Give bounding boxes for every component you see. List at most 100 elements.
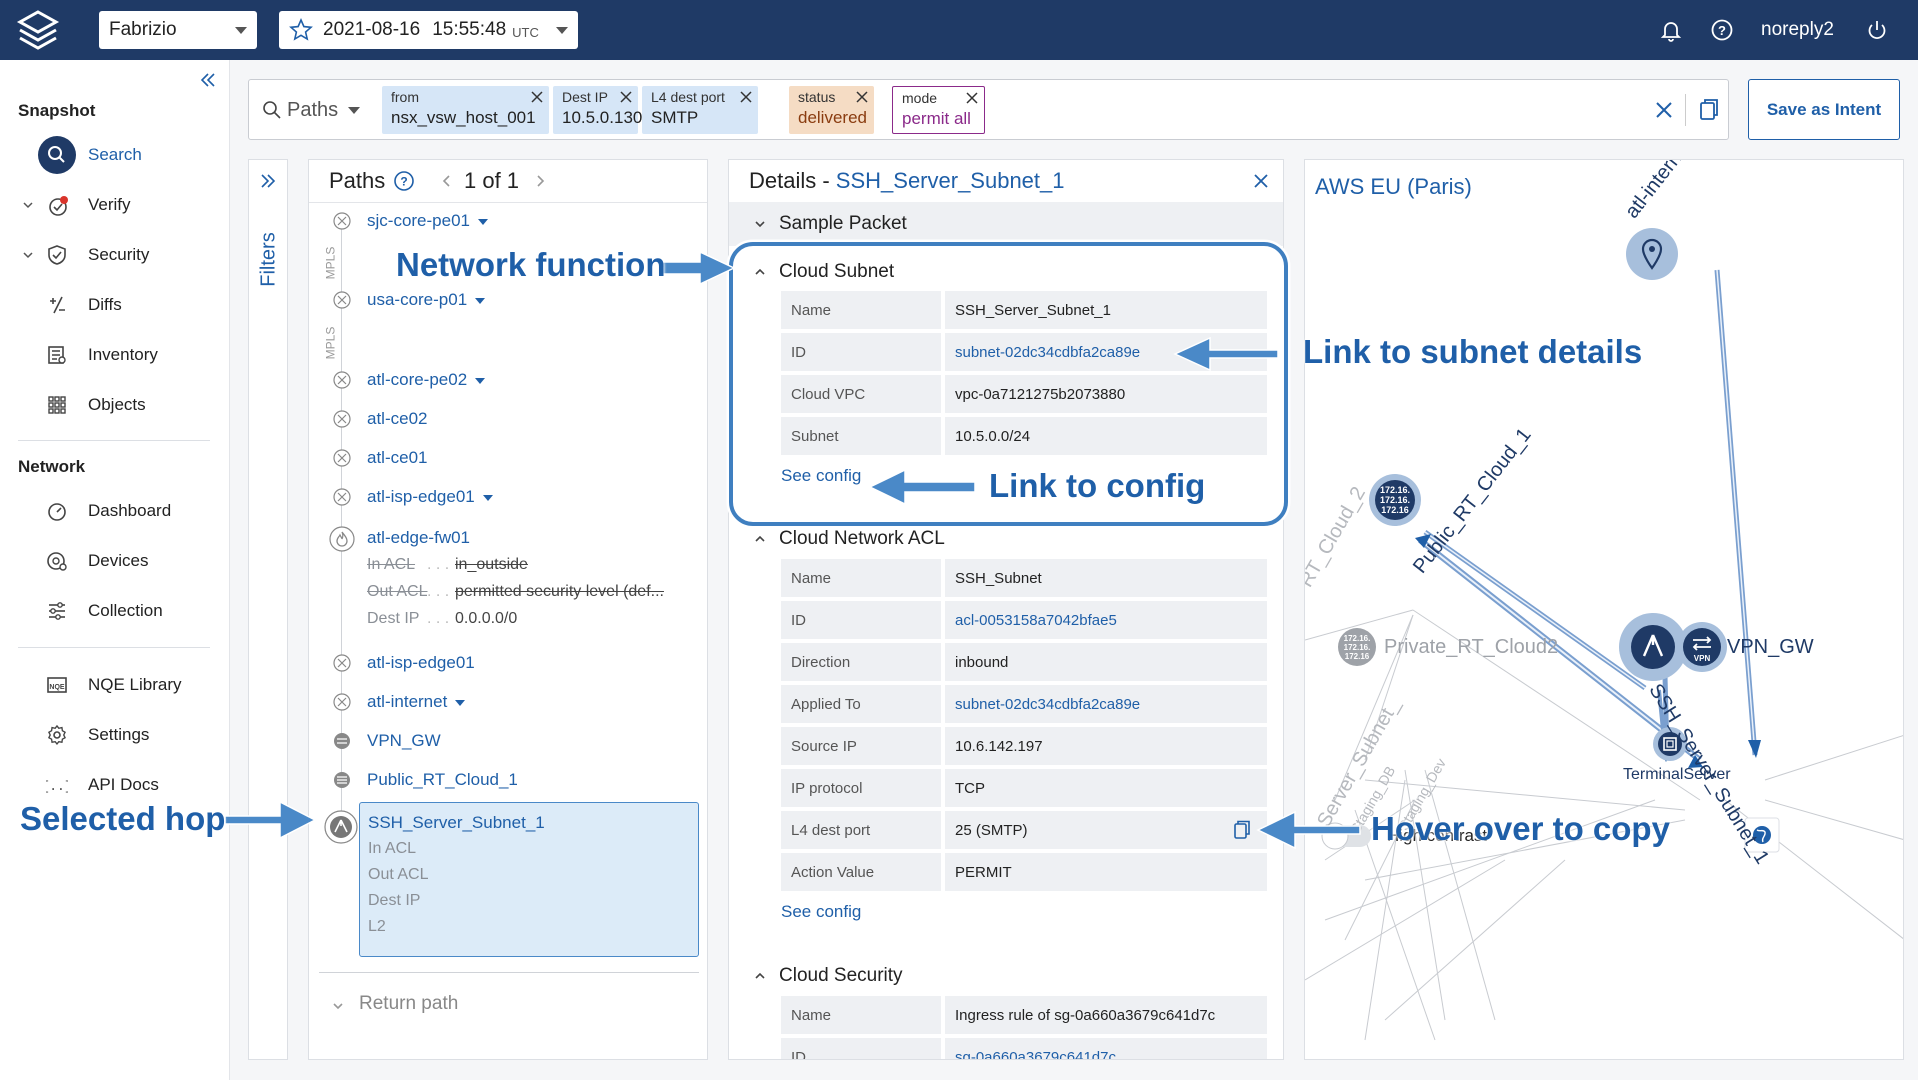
search-icon [38,136,76,174]
expand-filters-icon[interactable] [259,172,277,190]
fw-row-dots: . . . [427,556,450,573]
hop-link[interactable]: usa-core-p01 [367,290,486,310]
vpn-gw-node[interactable] [1677,622,1727,672]
selected-hop[interactable]: SSH_Server_Subnet_1 In ACL Out ACL Dest … [359,802,699,957]
hop-link[interactable]: Public_RT_Cloud_1 [367,770,518,790]
close-icon[interactable] [620,91,632,103]
collapse-sidebar-icon[interactable] [198,70,218,90]
user-name[interactable]: noreply2 [1761,19,1834,41]
details-title-link[interactable]: SSH_Server_Subnet_1 [836,168,1065,193]
sidebar-item-label: Settings [88,725,150,744]
sample-packet-header[interactable]: Sample Packet [729,202,1283,246]
sidebar-item-devices[interactable]: Devices [0,541,229,581]
sg-id-link[interactable]: sg-0a660a3679c641d7c [945,1038,1267,1059]
hop-link[interactable]: atl-isp-edge01 [367,653,475,673]
applied-to-link[interactable]: subnet-02dc34cdbfa2ca89e [945,685,1267,723]
router-icon [333,693,351,711]
close-icon[interactable] [966,92,978,104]
save-as-intent-button[interactable]: Save as Intent [1748,79,1900,140]
sidebar-item-security[interactable]: Security [0,235,229,275]
copy-icon[interactable] [1233,820,1251,840]
atl-internet-node[interactable] [1626,228,1678,280]
sidebar-item-nqe-library[interactable]: NQE NQE Library [0,665,229,705]
chevron-down-icon[interactable] [22,199,34,211]
help-icon[interactable]: ? [393,170,415,192]
l4-dest-port-chip[interactable]: L4 dest port SMTP [642,86,758,134]
logo-icon[interactable] [16,8,60,52]
sidebar-item-inventory[interactable]: Inventory [0,335,229,375]
collection-icon [46,600,68,622]
chevron-up-icon[interactable] [753,969,767,983]
power-icon[interactable] [1863,16,1891,44]
hop-link[interactable]: atl-edge-fw01 [367,528,470,548]
hop-link[interactable]: VPN_GW [367,731,441,751]
sidebar-item-dashboard[interactable]: Dashboard [0,491,229,531]
chevron-down-icon[interactable] [331,999,345,1013]
snapshot-select[interactable]: 2021-08-16 15:55:48 UTC [279,11,578,49]
chevron-down-icon[interactable] [455,699,466,706]
kv-value: 10.5.0.0/24 [945,417,1267,455]
gateway-icon [334,733,350,749]
sidebar-item-settings[interactable]: Settings [0,715,229,755]
sidebar-item-label: Objects [88,395,146,414]
bell-icon[interactable] [1657,16,1685,44]
clear-search-icon[interactable] [1655,101,1673,119]
hop-link[interactable]: atl-ce02 [367,409,427,429]
see-config-link[interactable]: See config [781,466,861,486]
sidebar-item-objects[interactable]: Objects [0,385,229,425]
chevron-down-icon[interactable] [475,297,486,304]
hop-link[interactable]: atl-internet [367,692,466,712]
return-path-toggle[interactable]: Return path [359,993,458,1015]
chevron-down-icon[interactable] [482,494,493,501]
kv-value: TCP [945,769,1267,807]
from-chip[interactable]: from nsx_vsw_host_001 [382,86,549,134]
topology-map[interactable] [1305,160,1904,1060]
close-icon[interactable] [531,91,543,103]
devices-icon [46,550,68,572]
close-icon[interactable] [856,91,868,103]
snapshot-timezone: UTC [512,24,539,40]
star-icon[interactable] [289,18,313,42]
chevron-down-icon[interactable] [478,218,488,225]
next-path-icon[interactable] [535,174,545,188]
details-title: Details - SSH_Server_Subnet_1 [749,168,1065,194]
chevron-up-icon[interactable] [753,265,767,279]
sidebar-item-verify[interactable]: Verify [0,185,229,225]
divider [18,647,210,648]
chevron-down-icon[interactable] [22,249,34,261]
hop-link[interactable]: atl-ce01 [367,448,427,468]
diffs-icon [46,294,68,316]
svg-text:?: ? [1718,23,1726,38]
subnet-id-link[interactable]: subnet-02dc34cdbfa2ca89e [945,333,1267,371]
ssh-subnet-node[interactable] [1619,613,1687,681]
chevron-down-icon[interactable] [475,377,486,384]
sidebar-item-collection[interactable]: Collection [0,591,229,631]
acl-id-link[interactable]: acl-0053158a7042bfae5 [945,601,1267,639]
search-mode-select[interactable]: Paths [261,95,369,125]
prev-path-icon[interactable] [442,174,452,188]
dest-ip-chip[interactable]: Dest IP 10.5.0.130 [553,86,642,134]
router-icon [333,654,351,672]
copy-icon[interactable] [1698,98,1720,122]
sidebar-item-label: Diffs [88,295,122,314]
filters-label[interactable]: Filters [258,232,281,288]
sidebar-item-api-docs[interactable]: {..} API Docs [0,765,229,805]
mode-chip[interactable]: mode permit all [892,86,985,134]
help-icon[interactable]: ? [1708,16,1736,44]
network-select[interactable]: Fabrizio [99,11,257,49]
hop-link[interactable]: atl-isp-edge01 [367,487,493,507]
close-icon[interactable] [1253,173,1269,189]
kv-value: SSH_Subnet [945,559,1267,597]
annotation-link-subnet: Link to subnet details [1303,333,1643,370]
status-chip[interactable]: status delivered [789,86,874,134]
sidebar-item-search[interactable]: Search [0,135,229,175]
close-icon[interactable] [740,91,752,103]
sidebar-item-diffs[interactable]: Diffs [0,285,229,325]
hop-link[interactable]: sjc-core-pe01 [367,211,488,231]
hop-link[interactable]: atl-core-pe02 [367,370,486,390]
see-config-link[interactable]: See config [781,902,861,922]
kv-key: Name [781,291,941,329]
hop-name[interactable]: SSH_Server_Subnet_1 [368,813,545,833]
chevron-up-icon[interactable] [753,532,767,546]
chip-key: mode [902,90,938,106]
